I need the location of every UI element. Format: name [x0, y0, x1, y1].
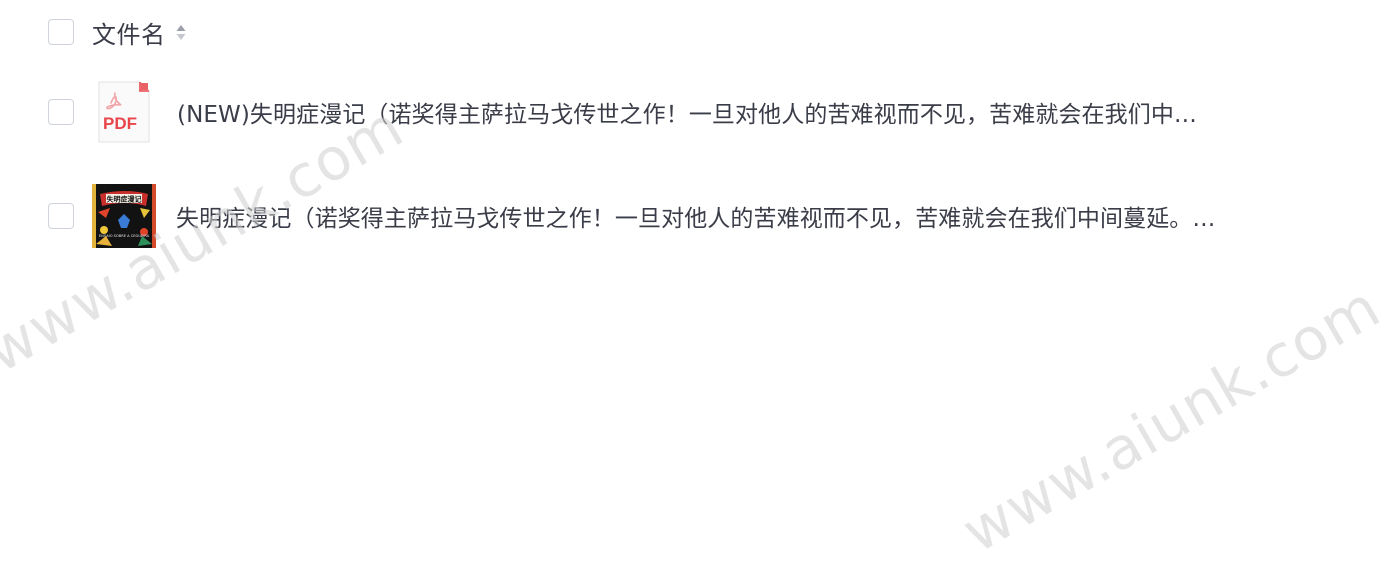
list-item[interactable]: PDF (NEW)失明症漫记（诺奖得主萨拉马戈传世之作！一旦对他人的苦难视而不见… — [48, 80, 1197, 144]
file-list-panel: 文件名 PDF (NEW)失明症漫记（诺奖得主萨拉马戈传世之作！一旦对他人的苦难… — [0, 0, 1384, 588]
file-name[interactable]: (NEW)失明症漫记（诺奖得主萨拉马戈传世之作！一旦对他人的苦难视而不见，苦难就… — [177, 95, 1197, 129]
sort-toggle-icon[interactable] — [175, 20, 187, 44]
filename-column-title[interactable]: 文件名 — [92, 15, 166, 50]
cover-subtitle: ENSAIO SOBRE A CEGUEIRA — [99, 234, 150, 238]
file-list-header: 文件名 — [48, 15, 187, 50]
pdf-label: PDF — [103, 114, 137, 133]
file-name[interactable]: 失明症漫记（诺奖得主萨拉马戈传世之作！一旦对他人的苦难视而不见，苦难就会在我们中… — [176, 199, 1216, 233]
cover-title: 失明症漫记 — [107, 195, 142, 204]
list-item[interactable]: 失明症漫记 ENSAIO SOBRE A CEGUEIRA 失明症漫记（诺奖得主… — [48, 183, 1216, 249]
book-cover-thumbnail: 失明症漫记 ENSAIO SOBRE A CEGUEIRA — [92, 184, 156, 248]
row-checkbox[interactable] — [48, 99, 74, 125]
row-checkbox[interactable] — [48, 203, 74, 229]
select-all-checkbox[interactable] — [48, 19, 74, 45]
watermark: www.aiunk.com — [951, 272, 1384, 566]
pdf-file-icon: PDF — [98, 81, 150, 143]
